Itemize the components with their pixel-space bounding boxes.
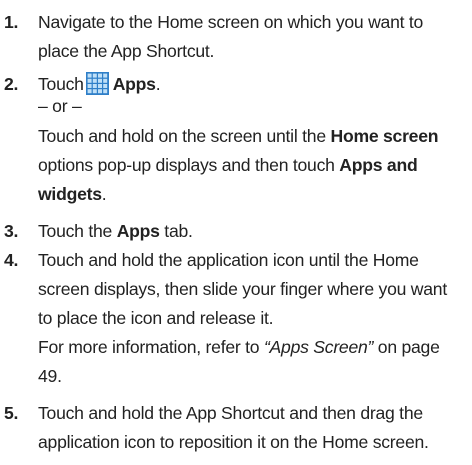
cross-reference: For more information, refer to “Apps Scr… xyxy=(38,337,440,386)
apps-label: Apps xyxy=(112,74,156,94)
instruction-page: 1. Navigate to the Home screen on which … xyxy=(0,0,472,465)
step-text: Touch and hold the App Shortcut and then… xyxy=(38,403,429,452)
apps-tab-label: Apps xyxy=(116,221,160,241)
step-4: 4. Touch and hold the application icon u… xyxy=(4,246,462,391)
step-number: 1. xyxy=(4,12,19,32)
step-line: Touch Apps. xyxy=(38,72,161,95)
home-screen-label: Home screen xyxy=(330,126,439,146)
step-2: 2. Touch Apps. – or – Touch and hold on t… xyxy=(4,70,462,209)
step-number: 4. xyxy=(4,250,19,270)
or-separator: – or – xyxy=(38,96,82,116)
step-text: Touch the Apps tab. xyxy=(38,221,193,241)
step-text: Navigate to the Home screen on which you… xyxy=(38,12,424,61)
step-number: 2. xyxy=(4,74,19,94)
step-5: 5. Touch and hold the App Shortcut and t… xyxy=(4,399,462,457)
step-3: 3. Touch the Apps tab. xyxy=(4,217,462,246)
step-1: 1. Navigate to the Home screen on which … xyxy=(4,8,462,66)
apps-screen-link[interactable]: “Apps Screen” xyxy=(264,337,373,357)
alternative-instruction: Touch and hold on the screen until the H… xyxy=(38,126,439,204)
step-text: Touch and hold the application icon unti… xyxy=(38,250,447,328)
step-number: 5. xyxy=(4,403,19,423)
apps-grid-icon xyxy=(85,72,109,95)
step-number: 3. xyxy=(4,221,19,241)
